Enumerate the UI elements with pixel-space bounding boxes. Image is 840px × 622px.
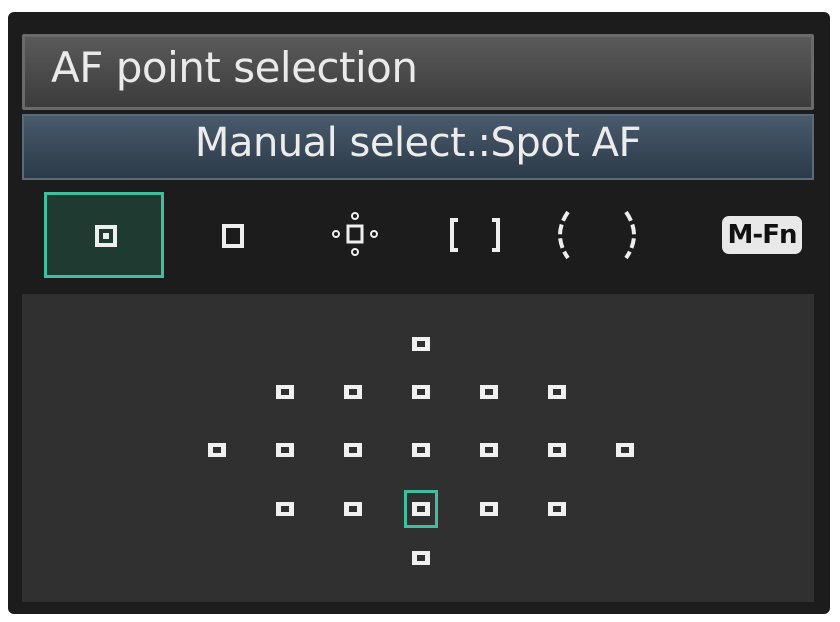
af-point-expansion-icon [332, 212, 378, 256]
zone-af-icon [450, 218, 500, 252]
camera-menu-screen: AF point selection Manual select.:Spot A… [8, 12, 830, 614]
menu-header: AF point selection [22, 34, 814, 110]
af-point[interactable] [276, 443, 294, 457]
af-point[interactable] [480, 443, 498, 457]
af-area-mode-selector: M-Fn [22, 188, 814, 282]
af-point[interactable] [412, 337, 430, 351]
af-point[interactable] [344, 443, 362, 457]
selected-af-point-frame [404, 490, 438, 528]
af-point[interactable] [548, 385, 566, 399]
auto-select-af-button[interactable] [542, 192, 662, 278]
af-point-expansion-button[interactable] [294, 192, 414, 278]
single-point-af-button[interactable] [172, 192, 292, 278]
spot-af-icon [95, 225, 117, 247]
af-point[interactable] [344, 502, 362, 516]
af-point[interactable] [548, 443, 566, 457]
af-point[interactable] [276, 385, 294, 399]
spot-af-button[interactable] [44, 192, 164, 278]
af-point[interactable] [412, 551, 430, 565]
single-point-af-icon [222, 224, 244, 248]
af-point[interactable] [480, 502, 498, 516]
zone-af-button[interactable] [422, 192, 542, 278]
af-point[interactable] [208, 443, 226, 457]
af-point[interactable] [548, 502, 566, 516]
af-point[interactable] [344, 385, 362, 399]
menu-title: AF point selection [51, 43, 418, 92]
m-fn-button[interactable]: M-Fn [722, 216, 802, 254]
af-point[interactable] [412, 443, 430, 457]
af-point[interactable] [276, 502, 294, 516]
af-point-area [22, 294, 814, 602]
af-mode-label: Manual select.:Spot AF [194, 120, 642, 166]
af-point[interactable] [480, 385, 498, 399]
af-point[interactable] [616, 443, 634, 457]
af-mode-bar: Manual select.:Spot AF [22, 114, 814, 180]
af-point[interactable] [412, 385, 430, 399]
auto-select-af-icon [558, 210, 636, 260]
